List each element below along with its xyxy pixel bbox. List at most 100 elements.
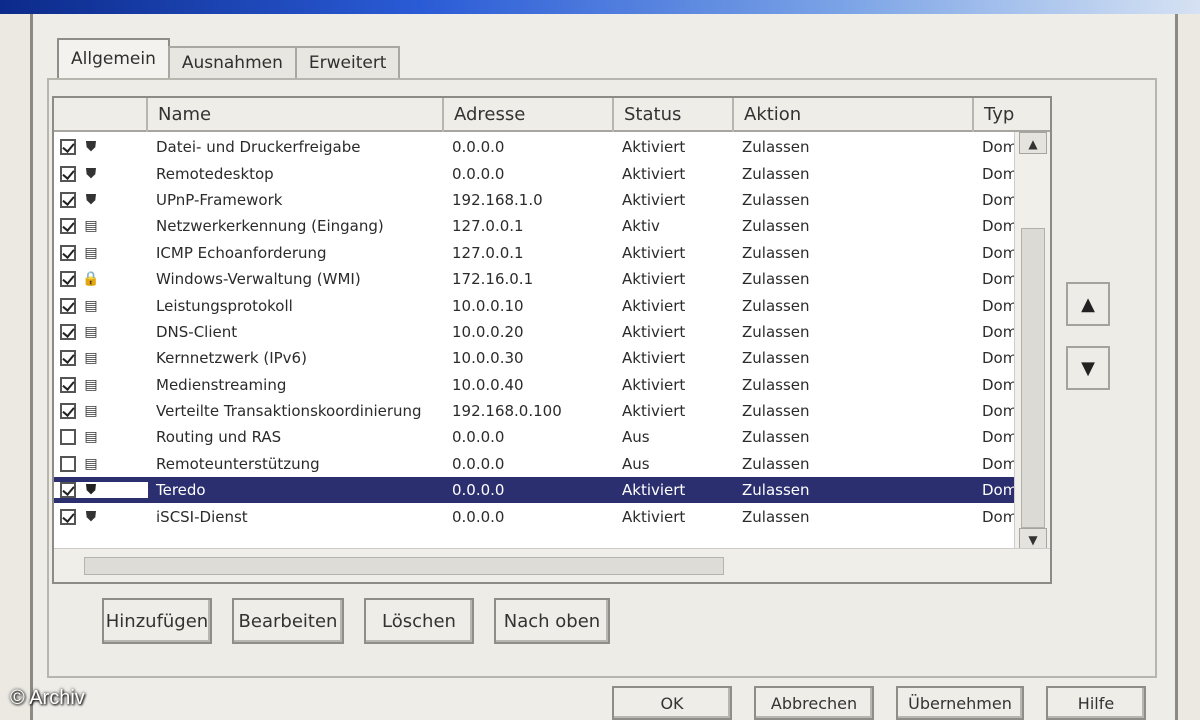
row-checkbox[interactable] [60,455,76,472]
cell-type: Dom [982,164,1014,183]
cell-address: 192.168.0.100 [452,402,562,421]
move-down-button[interactable]: ▼ [1066,346,1110,390]
shield-icon: ⛊ [85,165,97,182]
cell-name: ICMP Echoanforderung [156,243,327,262]
row-gutter: ▤ [54,429,148,446]
row-gutter: 🔒 [54,271,148,288]
horizontal-scroll-thumb[interactable] [84,557,724,575]
row-checkbox[interactable] [60,350,76,367]
table-row[interactable]: ▤ ICMP Echoanforderung 127.0.0.1 Aktiviert Z… [54,240,1014,266]
app-icon: ▤ [84,218,98,235]
row-checkbox[interactable] [60,244,76,261]
row-checkbox[interactable] [60,376,76,393]
row-checkbox[interactable] [60,323,76,340]
cell-status: Aktiviert [622,375,686,394]
cell-name: Medienstreaming [156,375,287,394]
table-row[interactable]: 🔒 Windows-Verwaltung (WMI) 172.16.0.1 Aktiv… [54,266,1014,292]
row-checkbox[interactable] [60,218,76,235]
tab-general[interactable]: Allgemein [57,38,170,78]
cell-name: iSCSI-Dienst [156,507,248,526]
delete-button[interactable]: Löschen [364,598,474,644]
cell-address: 10.0.0.20 [452,322,524,341]
vertical-scroll-thumb[interactable] [1021,228,1045,528]
screen: Allgemein Ausnahmen Erweitert Name Adres… [0,0,1200,720]
cell-name: Teredo [156,481,206,500]
cancel-button[interactable]: Abbrechen [754,686,874,720]
tab-exceptions[interactable]: Ausnahmen [167,46,297,78]
copyright-watermark: © Archiv [10,687,85,709]
rules-list[interactable]: Name Adresse Status Aktion Typ ⛊ Datei- u… [52,96,1052,584]
horizontal-scrollbar[interactable] [54,548,1050,582]
move-button[interactable]: Nach oben [494,598,610,644]
cell-status: Aus [622,428,650,447]
row-checkbox[interactable] [60,139,76,156]
table-row[interactable]: ▤ DNS-Client 10.0.0.20 Aktiviert Zulassen Dom [54,319,1014,345]
cell-status: Aktiviert [622,296,686,315]
shield-icon: ⛊ [85,508,97,525]
table-row[interactable]: ▤ Routing und RAS 0.0.0.0 Aus Zulassen Dom [54,424,1014,450]
cell-name: Windows-Verwaltung (WMI) [156,270,361,289]
scroll-down-arrow-icon[interactable]: ▼ [1019,528,1047,550]
table-row[interactable]: ⛊ Teredo 0.0.0.0 Aktiviert Zulassen Dom [54,477,1014,504]
table-row[interactable]: ▤ Remoteunterstützung 0.0.0.0 Aus Zulassen Do… [54,451,1014,477]
cell-type: Dom [982,454,1014,473]
help-button[interactable]: Hilfe [1046,686,1146,720]
cell-status: Aus [622,454,650,473]
cell-status: Aktiviert [622,322,686,341]
table-row[interactable]: ⛊ iSCSI-Dienst 0.0.0.0 Aktiviert Zulassen Dom [54,503,1014,529]
title-bar[interactable] [0,0,1200,14]
table-row[interactable]: ▤ Medienstreaming 10.0.0.40 Aktiviert Zulass… [54,372,1014,398]
cell-address: 10.0.0.40 [452,375,524,394]
cell-address: 10.0.0.10 [452,296,524,315]
add-button[interactable]: Hinzufügen [102,598,212,644]
table-row[interactable]: ▤ Leistungsprotokoll 10.0.0.10 Aktiviert Zul… [54,292,1014,318]
app-icon: ▤ [84,350,98,367]
cell-action: Zulassen [742,402,810,421]
edit-button[interactable]: Bearbeiten [232,598,344,644]
table-row[interactable]: ⛊ UPnP-Framework 192.168.1.0 Aktiviert Zulas… [54,187,1014,213]
vertical-scrollbar[interactable]: ▲ ▼ [1014,132,1050,550]
cell-type: Dom [982,322,1014,341]
header-type[interactable]: Typ [974,98,1050,132]
row-checkbox[interactable] [60,508,76,525]
header-checkbox[interactable] [54,98,148,132]
header-name[interactable]: Name [148,98,444,132]
ok-button[interactable]: OK [612,686,732,720]
cell-address: 192.168.1.0 [452,190,543,209]
row-gutter: ▤ [54,218,148,235]
app-icon: ▤ [84,376,98,393]
row-gutter: ⛊ [54,508,148,525]
cell-type: Dom [982,217,1014,236]
app-icon: ▤ [84,297,98,314]
row-gutter: ▤ [54,323,148,340]
cell-action: Zulassen [742,270,810,289]
header-status[interactable]: Status [614,98,734,132]
header-address[interactable]: Adresse [444,98,614,132]
row-checkbox[interactable] [60,403,76,420]
table-row[interactable]: ⛊ Datei- und Druckerfreigabe 0.0.0.0 Aktivi… [54,134,1014,160]
move-up-button[interactable]: ▲ [1066,282,1110,326]
table-row[interactable]: ▤ Verteilte Transaktionskoordinierung 192.… [54,398,1014,424]
table-row[interactable]: ⛊ Remotedesktop 0.0.0.0 Aktiviert Zulassen Do… [54,160,1014,186]
row-checkbox[interactable] [60,482,76,499]
list-rows: ⛊ Datei- und Druckerfreigabe 0.0.0.0 Aktivi… [54,134,1014,530]
cell-status: Aktiviert [622,190,686,209]
cell-action: Zulassen [742,296,810,315]
header-action[interactable]: Aktion [734,98,974,132]
cell-status: Aktiviert [622,164,686,183]
table-row[interactable]: ▤ Netzwerkerkennung (Eingang) 127.0.0.1 Akt… [54,213,1014,239]
row-checkbox[interactable] [60,429,76,446]
row-checkbox[interactable] [60,297,76,314]
tab-strip: Allgemein Ausnahmen Erweitert [57,36,401,78]
cell-action: Zulassen [742,217,810,236]
row-checkbox[interactable] [60,191,76,208]
table-row[interactable]: ▤ Kernnetzwerk (IPv6) 10.0.0.30 Aktiviert Zu… [54,345,1014,371]
row-checkbox[interactable] [60,165,76,182]
row-checkbox[interactable] [60,271,76,288]
cell-address: 0.0.0.0 [452,481,505,500]
cell-status: Aktiviert [622,402,686,421]
apply-button[interactable]: Übernehmen [896,686,1024,720]
tab-advanced[interactable]: Erweitert [294,46,401,78]
scroll-up-arrow-icon[interactable]: ▲ [1019,132,1047,154]
cell-type: Dom [982,243,1014,262]
